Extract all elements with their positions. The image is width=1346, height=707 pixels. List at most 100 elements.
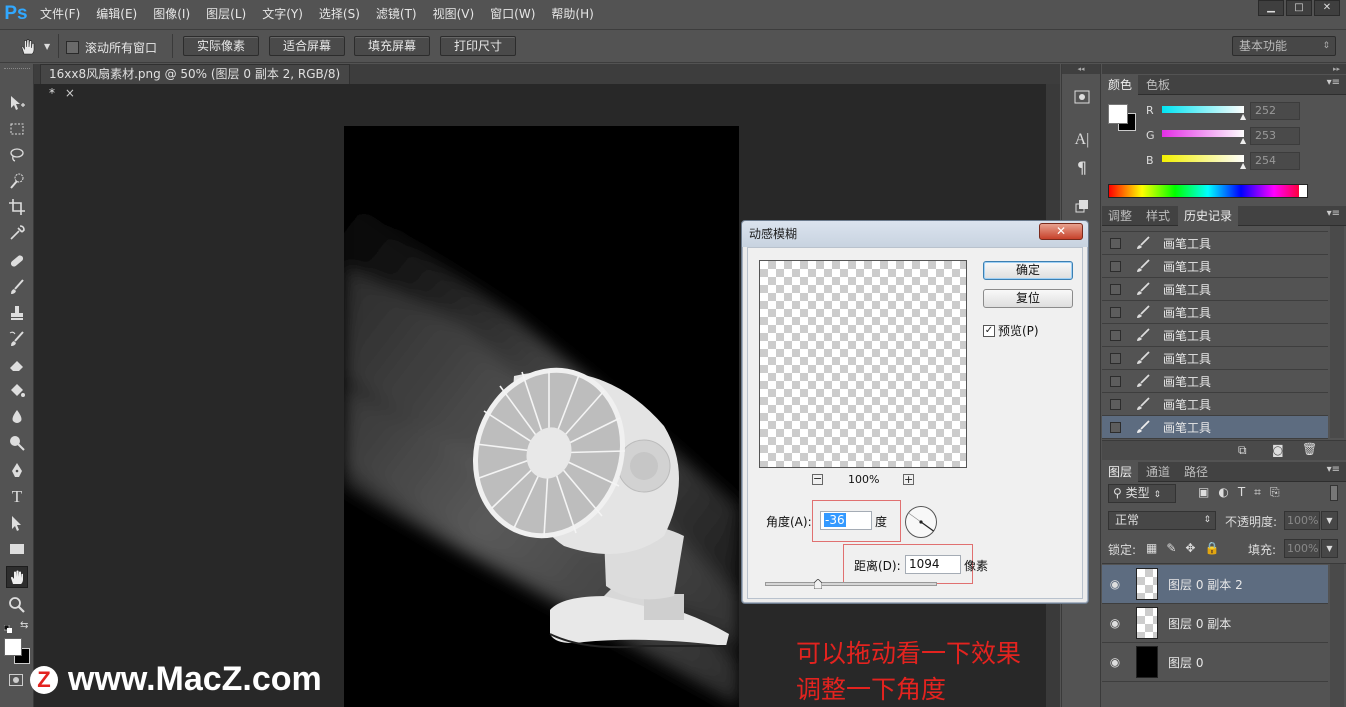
history-snapshot-checkbox[interactable]	[1110, 260, 1121, 272]
history-item[interactable]: 画笔工具	[1102, 393, 1328, 416]
tab-channels[interactable]: 通道	[1140, 462, 1176, 482]
tool-preset-arrow-icon[interactable]: ▼	[44, 42, 50, 51]
foreground-color-swatch[interactable]	[4, 638, 22, 656]
history-snapshot-checkbox[interactable]	[1110, 352, 1121, 364]
distance-input[interactable]: 1094	[905, 555, 961, 574]
preview-checkbox-group[interactable]: ✓ 预览(P)	[983, 322, 1039, 339]
menu-edit[interactable]: 编辑(E)	[88, 0, 145, 28]
filter-toggle[interactable]	[1330, 485, 1338, 501]
quick-mask-icon[interactable]	[9, 674, 23, 686]
default-colors-icon[interactable]	[3, 622, 12, 633]
dialog-title-bar[interactable]: 动感模糊	[742, 221, 1088, 247]
history-item[interactable]: 画笔工具	[1102, 324, 1328, 347]
history-snapshot-checkbox[interactable]	[1110, 329, 1121, 341]
zoom-out-button[interactable]: −	[812, 473, 823, 485]
panel-menu-icon[interactable]: ▾≡	[1327, 77, 1340, 88]
quick-selection-tool-icon[interactable]	[6, 170, 28, 192]
history-item[interactable]: 画笔工具	[1102, 347, 1328, 370]
document-tab[interactable]: 16xx8风扇素材.png @ 50% (图层 0 副本 2, RGB/8) *…	[40, 64, 350, 100]
properties-icon[interactable]	[1072, 88, 1092, 108]
lock-all-icon[interactable]: 🔒	[1204, 541, 1219, 555]
lock-transparent-icon[interactable]: ▦	[1146, 541, 1157, 555]
angle-input[interactable]: -36	[820, 511, 872, 530]
paragraph-icon[interactable]: ¶	[1072, 158, 1092, 178]
blur-tool-icon[interactable]	[6, 406, 28, 428]
canvas[interactable]	[344, 126, 739, 707]
channel-g-slider[interactable]: ▲	[1162, 130, 1246, 145]
ok-button[interactable]: 确定	[983, 261, 1073, 280]
character-icon[interactable]: A|	[1072, 130, 1092, 150]
tab-styles[interactable]: 样式	[1140, 206, 1176, 226]
menu-help[interactable]: 帮助(H)	[543, 0, 601, 28]
fill-screen-button[interactable]: 填充屏幕	[354, 36, 430, 56]
tab-swatches[interactable]: 色板	[1140, 75, 1176, 95]
menu-layer[interactable]: 图层(L)	[198, 0, 254, 28]
opacity-input[interactable]: 100%	[1284, 511, 1320, 530]
visibility-eye-icon[interactable]: ◉	[1102, 577, 1128, 591]
maximize-button[interactable]: □	[1286, 0, 1312, 16]
pen-tool-icon[interactable]	[6, 460, 28, 482]
collapse-arrows-icon[interactable]: ◂◂	[1062, 64, 1100, 74]
zoom-tool-icon[interactable]	[6, 594, 28, 616]
channel-b-slider[interactable]: ▲	[1162, 155, 1246, 170]
layer-filter-select[interactable]: ⚲ 类型 ⇕	[1108, 484, 1176, 503]
history-item[interactable]: 画笔工具	[1102, 278, 1328, 301]
fill-input[interactable]: 100%	[1284, 539, 1320, 558]
pixel-filter-icon[interactable]: ▣	[1198, 485, 1209, 500]
history-item[interactable]: 画笔工具	[1102, 301, 1328, 324]
camera-icon[interactable]: ◙	[1272, 443, 1284, 457]
blend-mode-select[interactable]: 正常 ⇕	[1108, 511, 1216, 530]
reset-button[interactable]: 复位	[983, 289, 1073, 308]
layer-row[interactable]: ◉ 图层 0 副本	[1102, 604, 1328, 643]
lasso-tool-icon[interactable]	[6, 144, 28, 166]
layer-row[interactable]: ◉ 图层 0	[1102, 643, 1328, 682]
menu-filter[interactable]: 滤镜(T)	[368, 0, 425, 28]
hand-tool-icon[interactable]	[18, 37, 38, 57]
close-tab-icon[interactable]: ×	[65, 86, 75, 100]
path-selection-tool-icon[interactable]	[6, 512, 28, 534]
type-filter-icon[interactable]: T	[1238, 485, 1245, 500]
smart-object-filter-icon[interactable]: ⎘	[1270, 485, 1280, 500]
history-item[interactable]: 画笔工具	[1102, 255, 1328, 278]
dodge-tool-icon[interactable]	[6, 432, 28, 454]
brush-tool-icon[interactable]	[6, 276, 28, 298]
history-snapshot-checkbox[interactable]	[1110, 283, 1121, 295]
scroll-all-checkbox[interactable]	[66, 41, 79, 54]
panel-menu-icon[interactable]: ▾≡	[1327, 208, 1340, 219]
color-spectrum-bar[interactable]	[1108, 184, 1308, 198]
adjustment-filter-icon[interactable]: ◐	[1218, 485, 1228, 500]
history-brush-tool-icon[interactable]	[6, 328, 28, 350]
close-window-button[interactable]: ✕	[1314, 0, 1340, 16]
tab-adjustments[interactable]: 调整	[1102, 206, 1138, 226]
channel-r-slider[interactable]: ▲	[1162, 106, 1246, 121]
print-size-button[interactable]: 打印尺寸	[440, 36, 516, 56]
dialog-close-button[interactable]: ✕	[1039, 223, 1083, 240]
expand-arrows-icon[interactable]: ▸▸	[1102, 64, 1346, 74]
color-fg-swatch[interactable]	[1108, 104, 1128, 124]
type-tool-icon[interactable]: T	[6, 486, 28, 508]
opacity-dropdown-icon[interactable]: ▼	[1321, 511, 1338, 530]
workspace-select[interactable]: 基本功能 ⇕	[1232, 36, 1336, 56]
marquee-tool-icon[interactable]	[6, 118, 28, 140]
tab-history[interactable]: 历史记录	[1178, 206, 1239, 226]
rectangle-tool-icon[interactable]	[6, 538, 28, 560]
menu-select[interactable]: 选择(S)	[311, 0, 368, 28]
history-item[interactable]: 画笔工具	[1102, 370, 1328, 393]
new-document-from-state-icon[interactable]: ⧉	[1238, 443, 1247, 458]
minimize-button[interactable]: ▁	[1258, 0, 1284, 16]
lock-position-icon[interactable]: ✥	[1185, 541, 1195, 555]
menu-type[interactable]: 文字(Y)	[254, 0, 311, 28]
history-snapshot-checkbox[interactable]	[1110, 306, 1121, 318]
menu-file[interactable]: 文件(F)	[32, 0, 88, 28]
crop-tool-icon[interactable]	[6, 196, 28, 218]
menu-view[interactable]: 视图(V)	[425, 0, 483, 28]
angle-dial[interactable]	[904, 505, 938, 539]
channel-g-value[interactable]: 253	[1250, 127, 1300, 145]
channel-r-value[interactable]: 252	[1250, 102, 1300, 120]
distance-slider-thumb[interactable]	[813, 578, 823, 590]
actual-pixels-button[interactable]: 实际像素	[183, 36, 259, 56]
healing-brush-tool-icon[interactable]	[6, 250, 28, 272]
paint-bucket-tool-icon[interactable]	[6, 380, 28, 402]
fit-screen-button[interactable]: 适合屏幕	[269, 36, 345, 56]
history-snapshot-checkbox[interactable]	[1110, 375, 1121, 387]
